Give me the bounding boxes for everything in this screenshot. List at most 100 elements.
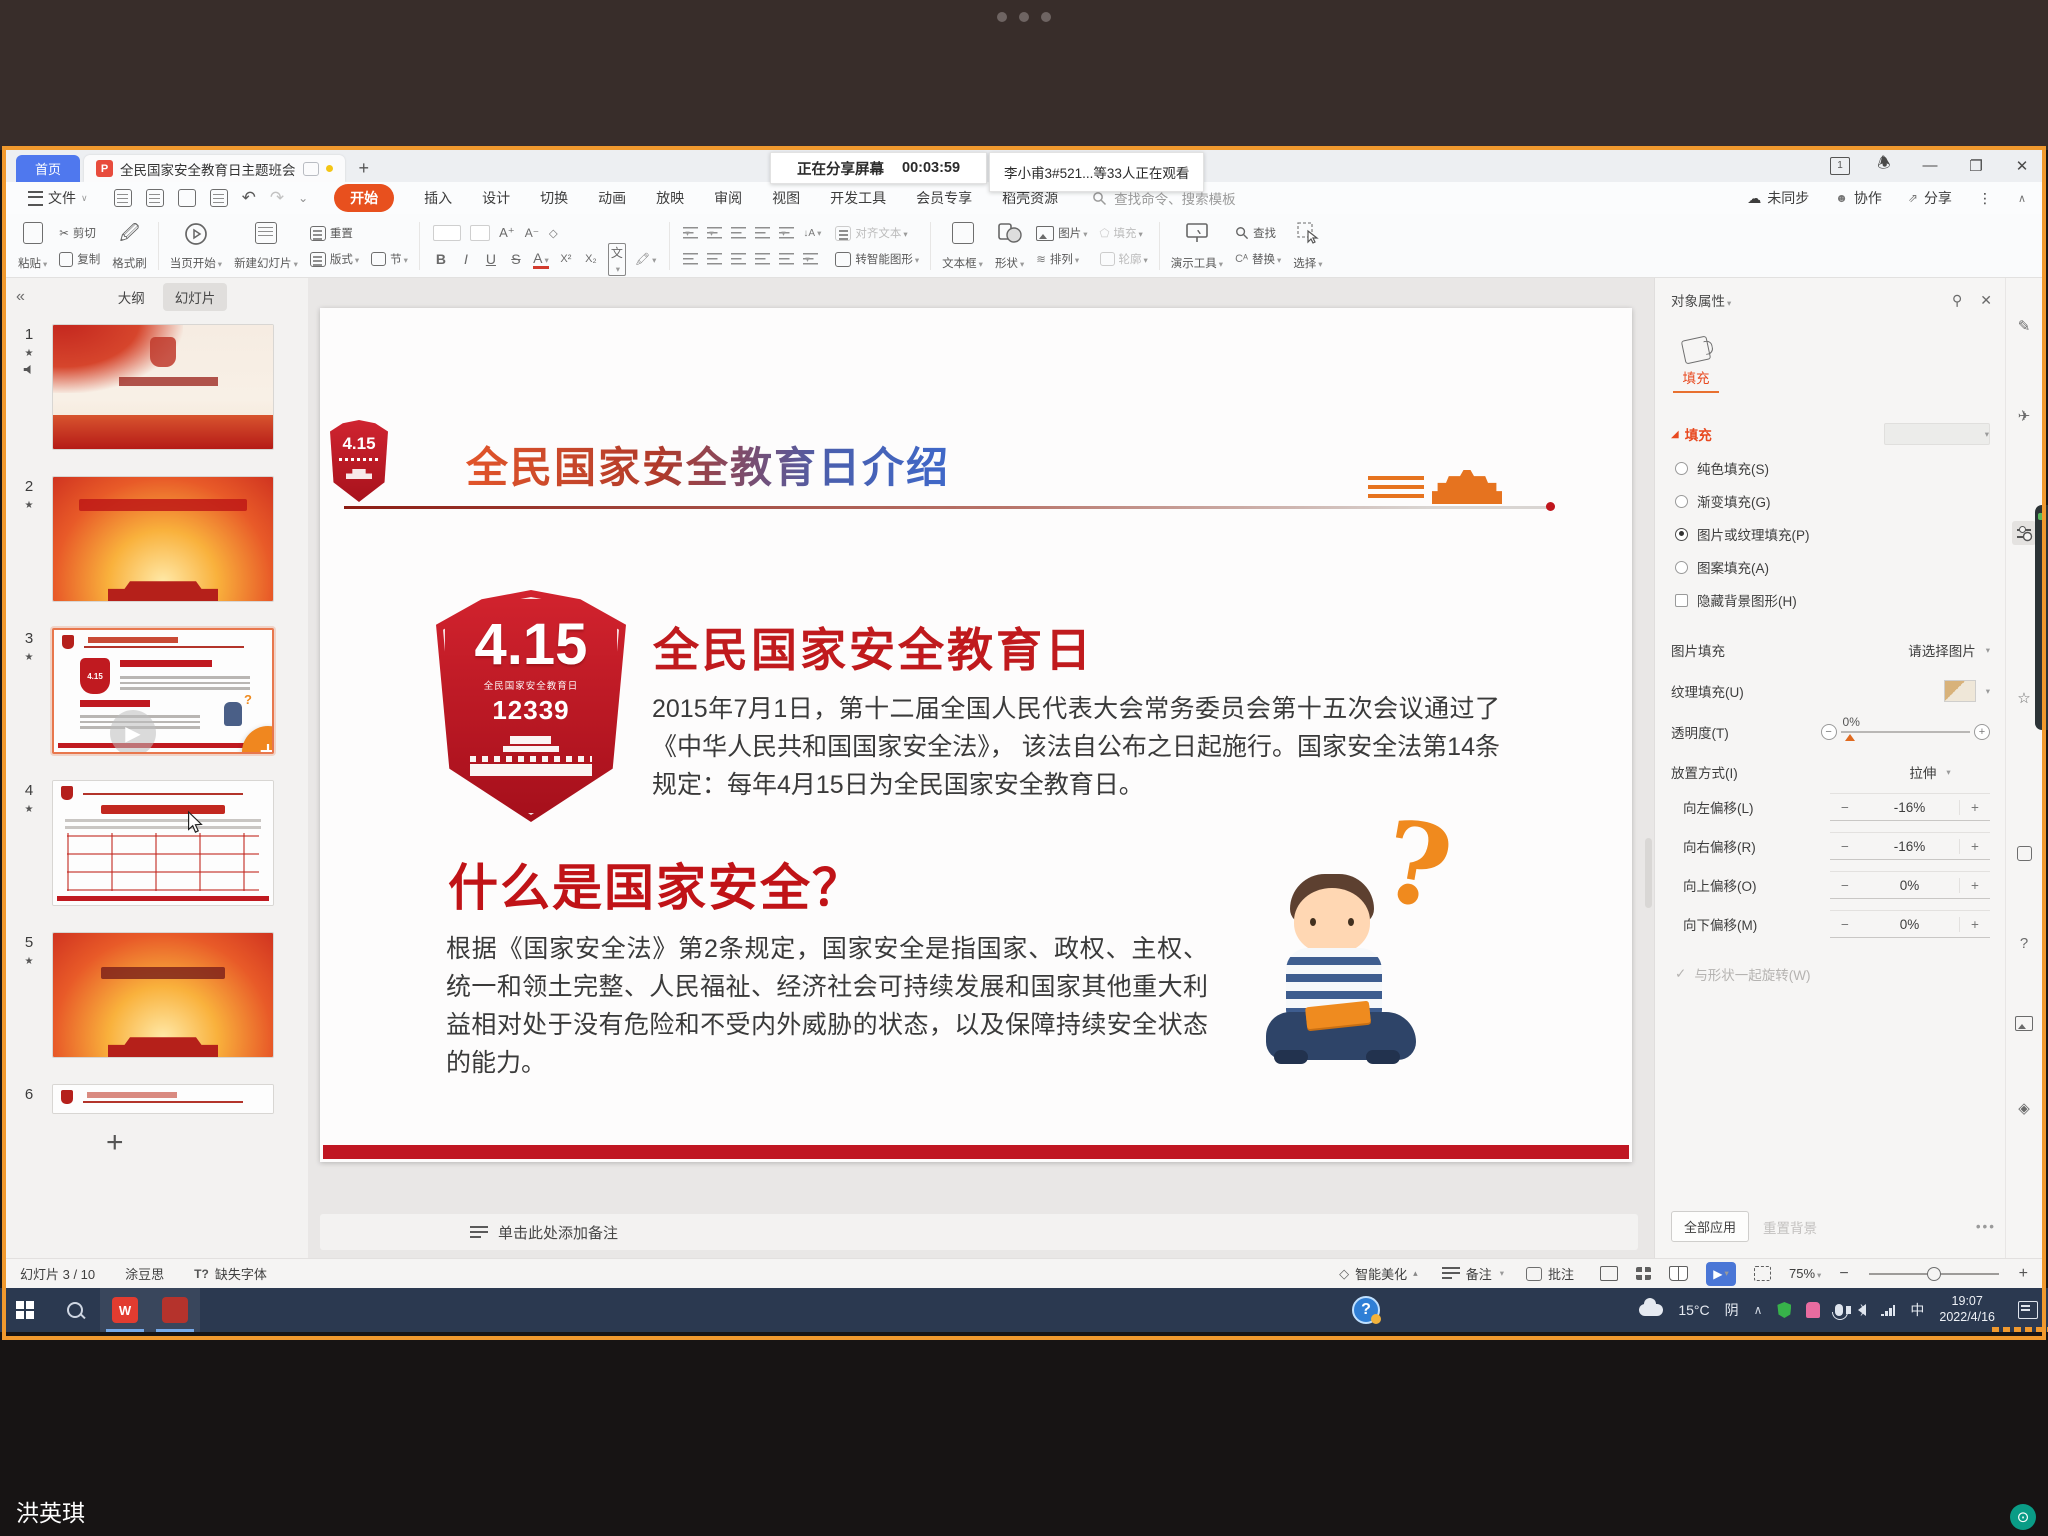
tray-app-icon[interactable] [1806, 1302, 1820, 1318]
thumbnail-play-overlay-button[interactable]: ▶ [110, 710, 156, 754]
justify-icon[interactable] [755, 253, 770, 265]
action-center-icon[interactable] [2018, 1301, 2038, 1319]
slide-2-thumbnail[interactable] [52, 476, 274, 602]
picture-fill-dropdown[interactable]: 请选择图片 [1908, 640, 1990, 660]
highlight-pen-icon[interactable] [635, 252, 657, 266]
offset-down-stepper[interactable]: − 0% + [1830, 910, 1990, 938]
align-left-icon[interactable] [683, 253, 698, 265]
phonetic-guide-button[interactable]: 文 [608, 243, 626, 276]
textbox-button[interactable]: 文本框 [936, 217, 989, 275]
superscript-button[interactable]: X² [558, 253, 574, 265]
ribbon-tab-transition[interactable]: 切换 [540, 188, 568, 208]
missing-font-warning[interactable]: T? 缺失字体 [194, 1264, 267, 1283]
align-right-icon[interactable] [731, 253, 746, 265]
section-button[interactable]: 节 [367, 247, 412, 271]
distribute-icon[interactable] [779, 253, 794, 265]
ribbon-tab-animation[interactable]: 动画 [598, 188, 626, 208]
ime-indicator[interactable]: 中 [1910, 1300, 1924, 1320]
copy-button[interactable]: 复制 [55, 247, 104, 271]
option-pattern-fill[interactable]: 图案填充(A) [1675, 557, 2006, 577]
undo-icon[interactable] [242, 188, 256, 208]
rotate-with-shape-option[interactable]: ✓ 与形状一起旋转(W) [1675, 964, 2006, 984]
slide-heading-2[interactable]: 什么是国家安全？ [448, 848, 864, 920]
reset-background-button[interactable]: 重置背景 [1763, 1217, 1817, 1237]
security-day-shield-graphic[interactable]: 4.15 全民国家安全教育日 12339 [436, 590, 626, 822]
text-direction-icon[interactable] [803, 228, 821, 239]
decrease-transparency-icon[interactable]: − [1821, 724, 1837, 740]
taskbar-wps-app[interactable]: W [100, 1288, 150, 1332]
zoom-in-button[interactable]: + [2019, 1265, 2028, 1283]
shape-button[interactable]: 形状 [989, 217, 1030, 275]
taskbar-search-button[interactable] [50, 1288, 100, 1332]
select-button[interactable]: 选择 [1287, 217, 1328, 275]
increase-font-icon[interactable]: A⁺ [499, 225, 515, 241]
font-name-dropdown[interactable] [433, 225, 461, 241]
ribbon-tab-review[interactable]: 审阅 [714, 188, 742, 208]
columns-icon[interactable] [803, 253, 818, 265]
network-signal-icon[interactable] [1881, 1305, 1895, 1316]
microphone-icon[interactable] [1835, 1304, 1843, 1316]
docked-side-tab[interactable] [2035, 505, 2048, 730]
clear-format-icon[interactable] [549, 226, 558, 240]
line-spacing-icon[interactable] [779, 227, 794, 239]
more-commands-icon[interactable] [298, 191, 308, 205]
weather-condition[interactable]: 阴 [1725, 1300, 1739, 1320]
security-shield-icon[interactable] [1777, 1302, 1791, 1318]
tab-slides[interactable]: 幻灯片 [163, 283, 228, 311]
tab-document[interactable]: P 全民国家安全教育日主题班会 [84, 155, 345, 182]
option-gradient-fill[interactable]: 渐变填充(G) [1675, 491, 2006, 511]
ribbon-tab-insert[interactable]: 插入 [424, 188, 452, 208]
align-text-button[interactable]: 对齐文本 [831, 221, 923, 245]
theme-name[interactable]: 涂豆思 [125, 1264, 164, 1283]
more-options-icon[interactable]: ••• [1976, 1219, 1996, 1234]
stepper-minus-button[interactable]: − [1830, 917, 1860, 932]
present-tools-button[interactable]: 演示工具 [1165, 217, 1229, 275]
bullet-list-icon[interactable] [683, 227, 698, 239]
increase-transparency-icon[interactable]: + [1974, 724, 1990, 740]
slide-5-thumbnail[interactable] [52, 932, 274, 1058]
numbered-list-icon[interactable] [707, 227, 722, 239]
fill-preset-dropdown[interactable] [1884, 423, 1990, 445]
start-slideshow-button[interactable]: ▶ [1706, 1262, 1736, 1286]
option-hide-background[interactable]: 隐藏背景图形(H) [1675, 590, 2006, 610]
share-button[interactable]: 分享 [1908, 188, 1952, 208]
object-properties-icon[interactable] [2012, 521, 2036, 545]
transparency-slider[interactable]: − 0% + [1821, 724, 1990, 740]
stepper-minus-button[interactable]: − [1830, 839, 1860, 854]
bold-button[interactable]: B [433, 251, 449, 267]
help-assistant-icon[interactable]: ? [1352, 1296, 1380, 1324]
font-size-dropdown[interactable] [470, 225, 490, 241]
collapse-ribbon-icon[interactable] [2018, 192, 2026, 205]
layout-button[interactable]: 版式 [306, 247, 363, 271]
replace-image-icon[interactable] [2012, 1011, 2036, 1035]
find-button[interactable]: 查找 [1231, 221, 1285, 245]
stepper-plus-button[interactable]: + [1959, 800, 1990, 815]
zoom-out-button[interactable]: − [1839, 1265, 1848, 1283]
bell-icon[interactable] [1872, 153, 1896, 178]
canvas-scrollbar[interactable] [1645, 838, 1652, 908]
effects-star-icon[interactable] [2012, 686, 2036, 710]
fill-button[interactable]: 填充 [1096, 221, 1152, 245]
zoom-slider[interactable] [1869, 1273, 1999, 1275]
slide-4-thumbnail[interactable] [52, 780, 274, 906]
taskbar-meeting-app[interactable] [150, 1288, 200, 1332]
page-indicator-icon[interactable]: 1 [1830, 157, 1850, 175]
option-picture-texture-fill[interactable]: 图片或纹理填充(P) [1675, 524, 2006, 544]
close-button[interactable]: ✕ [2010, 157, 2034, 175]
beautify-button[interactable]: 智能美化 [1339, 1264, 1418, 1283]
option-solid-fill[interactable]: 纯色填充(S) [1675, 458, 2006, 478]
save-icon[interactable] [114, 189, 132, 207]
font-color-button[interactable]: A [533, 250, 549, 269]
texture-fill-dropdown[interactable] [1944, 680, 1990, 702]
tab-home[interactable]: 首页 [16, 155, 80, 182]
add-slide-button[interactable]: + [106, 1126, 124, 1160]
slide-1-thumbnail[interactable] [52, 324, 274, 450]
export-icon[interactable] [146, 189, 164, 207]
ribbon-tab-slideshow[interactable]: 放映 [656, 188, 684, 208]
collaborate-button[interactable]: 协作 [1835, 188, 1882, 208]
pin-icon[interactable] [1952, 292, 1962, 309]
subscript-button[interactable]: X₂ [583, 253, 599, 265]
zoom-slider-handle[interactable] [1927, 1267, 1941, 1281]
slide-title[interactable]: 全民国家安全教育日介绍 [466, 434, 950, 495]
cut-button[interactable]: 剪切 [55, 221, 104, 245]
